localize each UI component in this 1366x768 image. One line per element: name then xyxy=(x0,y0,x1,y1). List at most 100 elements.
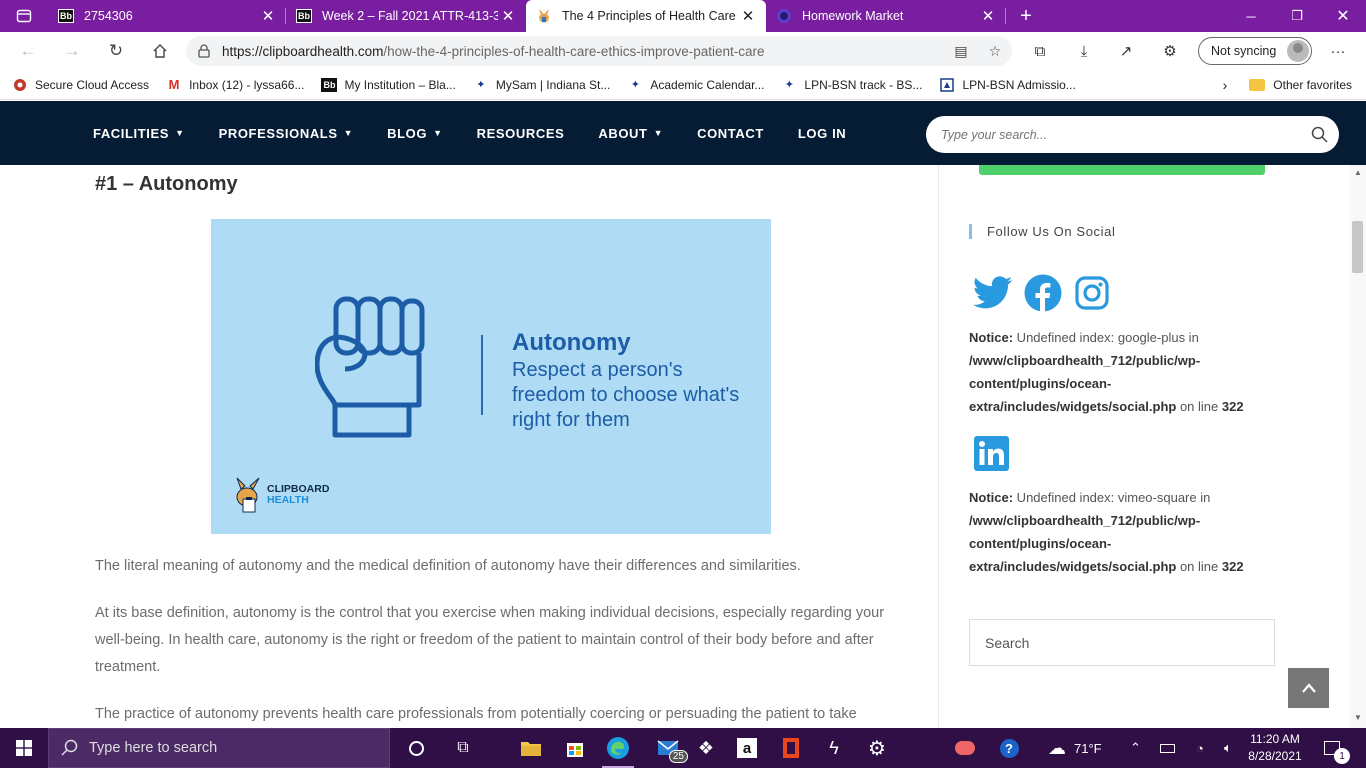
indiana-state-icon: ✦ xyxy=(784,79,795,91)
battery-icon[interactable] xyxy=(1160,728,1175,768)
menu-login[interactable]: LOG IN xyxy=(798,126,846,141)
bookmark-label: Academic Calendar... xyxy=(650,77,765,92)
amazon-button[interactable]: a xyxy=(727,728,767,768)
minimize-button[interactable]: ─ xyxy=(1228,0,1274,32)
chevron-right-icon[interactable]: › xyxy=(1223,77,1228,93)
add-favorite-icon[interactable]: ☆ xyxy=(978,43,1012,60)
settings-button[interactable]: ⚙ xyxy=(857,728,897,768)
bookmark-label: Inbox (12) - lyssa66... xyxy=(189,77,305,92)
bookmark-label: LPN-BSN track - BS... xyxy=(804,77,923,92)
profile-sync-button[interactable]: Not syncing xyxy=(1198,37,1312,65)
tab-1[interactable]: Bb 2754306 ✕ xyxy=(48,0,286,32)
plus-icon: + xyxy=(1020,4,1032,27)
sidebar-search-input[interactable]: Search xyxy=(969,619,1275,666)
home-button[interactable] xyxy=(138,32,182,70)
close-tab-icon[interactable]: ✕ xyxy=(258,7,278,25)
linkedin-link[interactable] xyxy=(972,434,1010,472)
bookmark-academic-calendar[interactable]: ✦ Academic Calendar... xyxy=(627,77,765,93)
twitter-link[interactable] xyxy=(973,273,1013,313)
sidebar-search-placeholder: Search xyxy=(985,634,1030,651)
edge-button[interactable] xyxy=(598,728,638,768)
menu-facilities[interactable]: FACILITIES ▼ xyxy=(93,126,185,141)
browser-toolbar: ← → ↻ https://clipboardhealth.com/how-th… xyxy=(0,32,1366,70)
menu-professionals[interactable]: PROFESSIONALS ▼ xyxy=(219,126,354,141)
scroll-up-arrow[interactable]: ▲ xyxy=(1352,168,1364,177)
bookmark-my-institution[interactable]: Bb My Institution – Bla... xyxy=(321,77,456,93)
menu-blog[interactable]: BLOG ▼ xyxy=(387,126,442,141)
site-search-input[interactable] xyxy=(941,127,1299,142)
mail-button[interactable]: 25 xyxy=(648,728,688,768)
bookmark-mysam[interactable]: ✦ MySam | Indiana St... xyxy=(473,77,610,93)
task-view-button[interactable]: ⧉ xyxy=(443,728,483,768)
notification-badge: 1 xyxy=(1334,748,1350,764)
cta-button[interactable] xyxy=(979,165,1265,175)
notifications-button[interactable]: 1 xyxy=(1324,728,1350,768)
other-favorites-label: Other favorites xyxy=(1273,78,1352,92)
follow-title: Follow Us On Social xyxy=(969,224,1115,239)
tab-4[interactable]: Homework Market ✕ xyxy=(766,0,1006,32)
instagram-icon xyxy=(1075,276,1109,310)
admission-icon xyxy=(939,77,955,93)
tab-3-active[interactable]: The 4 Principles of Health Care E ✕ xyxy=(526,0,766,32)
office-button[interactable] xyxy=(771,728,811,768)
extensions-button[interactable]: ⚙ xyxy=(1152,32,1188,70)
instagram-link[interactable] xyxy=(1072,273,1112,313)
refresh-button[interactable]: ↻ xyxy=(94,32,138,70)
tray-app-icon[interactable] xyxy=(948,728,982,768)
arrow-right-icon: → xyxy=(63,41,81,60)
share-button[interactable]: ↗ xyxy=(1108,32,1144,70)
new-tab-button[interactable]: + xyxy=(1006,0,1046,32)
file-explorer-button[interactable] xyxy=(511,728,551,768)
downloads-button[interactable]: ⤓ xyxy=(1066,32,1102,70)
cloud-rain-icon: ☁ xyxy=(1048,737,1066,758)
edge-icon xyxy=(607,737,629,759)
show-hidden-icons[interactable]: ⌃ xyxy=(1130,728,1141,768)
bookmark-lpn-bsn-track[interactable]: ✦ LPN-BSN track - BS... xyxy=(781,77,923,93)
store-button[interactable] xyxy=(555,728,595,768)
address-bar[interactable]: https://clipboardhealth.com/how-the-4-pr… xyxy=(186,36,1012,66)
wifi-icon[interactable]: ◔ xyxy=(1196,728,1204,768)
bookmark-lpn-bsn-admission[interactable]: LPN-BSN Admissio... xyxy=(939,77,1076,93)
search-icon[interactable] xyxy=(1299,126,1339,143)
menu-contact[interactable]: CONTACT xyxy=(697,126,764,141)
notice-line: 322 xyxy=(1221,399,1244,414)
collections-button[interactable]: ⧉ xyxy=(1022,32,1058,70)
taskbar-clock[interactable]: 11:20 AM 8/28/2021 xyxy=(1244,731,1306,765)
taskbar-search[interactable]: Type here to search xyxy=(48,728,390,768)
volume-icon[interactable]: 🔈︎ xyxy=(1224,728,1232,768)
close-tab-icon[interactable]: ✕ xyxy=(738,7,758,25)
back-button[interactable]: ← xyxy=(6,32,50,70)
settings-menu-button[interactable]: ··· xyxy=(1320,32,1356,70)
close-tab-icon[interactable]: ✕ xyxy=(498,7,518,25)
start-button[interactable] xyxy=(0,728,48,768)
bookmark-secure-cloud[interactable]: Secure Cloud Access xyxy=(12,77,149,93)
menu-resources[interactable]: RESOURCES xyxy=(477,126,565,141)
app-button[interactable]: ϟ xyxy=(814,728,854,768)
weather-widget[interactable]: ☁ 71°F xyxy=(1048,728,1102,768)
help-tray-icon[interactable]: ? xyxy=(996,728,1022,768)
tab-2[interactable]: Bb Week 2 – Fall 2021 ATTR-413-30 ✕ xyxy=(286,0,526,32)
close-tab-icon[interactable]: ✕ xyxy=(978,7,998,25)
twitter-icon xyxy=(973,276,1013,309)
restore-button[interactable]: ❐ xyxy=(1274,0,1320,32)
scroll-down-arrow[interactable]: ▼ xyxy=(1352,713,1364,722)
back-to-top-button[interactable] xyxy=(1288,668,1329,708)
avatar xyxy=(1287,40,1309,62)
close-window-button[interactable]: ✕ xyxy=(1320,0,1366,32)
site-search-box xyxy=(926,116,1339,153)
menu-about[interactable]: ABOUT ▼ xyxy=(598,126,663,141)
facebook-link[interactable] xyxy=(1023,273,1063,313)
extensions-icon: ⚙ xyxy=(1163,43,1177,60)
bookmark-label: My Institution – Bla... xyxy=(344,77,456,92)
forward-button[interactable]: → xyxy=(50,32,94,70)
cortana-button[interactable] xyxy=(396,728,436,768)
folder-icon xyxy=(521,742,541,756)
site-header: FACILITIES ▼ PROFESSIONALS ▼ BLOG ▼ RESOURC… xyxy=(0,101,1366,165)
immersive-reader-icon[interactable]: ▤ xyxy=(944,43,978,60)
blackboard-icon: Bb xyxy=(58,9,74,23)
tab-actions-button[interactable] xyxy=(0,0,48,32)
dropbox-button[interactable]: ❖ xyxy=(686,728,726,768)
bookmark-gmail[interactable]: M Inbox (12) - lyssa66... xyxy=(166,77,305,93)
scroll-thumb[interactable] xyxy=(1352,221,1363,273)
other-favorites[interactable]: › Other favorites xyxy=(1223,70,1352,100)
